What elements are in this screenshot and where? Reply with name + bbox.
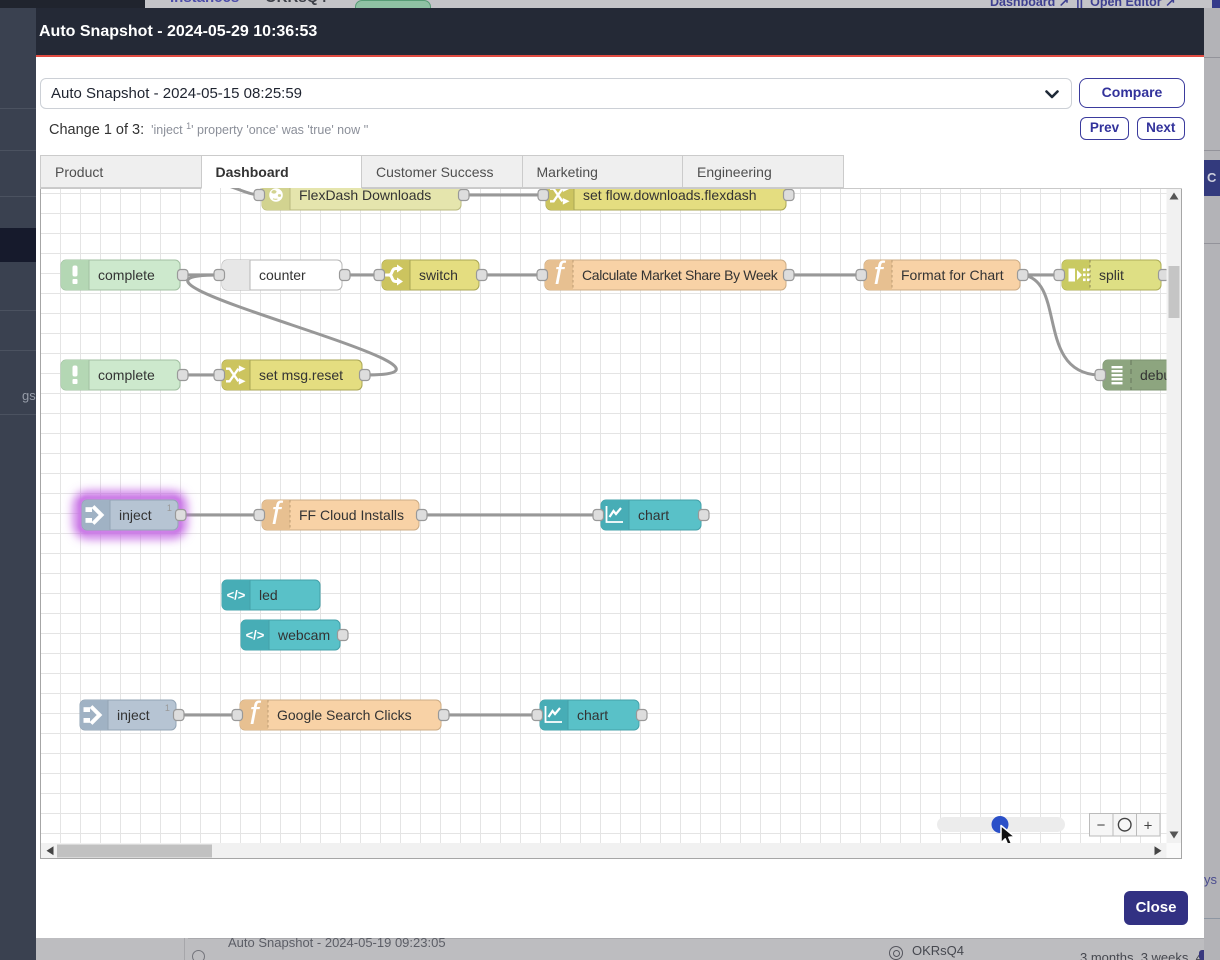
svg-text:inject: inject — [119, 507, 152, 523]
svg-text:complete: complete — [98, 367, 155, 383]
svg-text:webcam: webcam — [277, 627, 330, 643]
svg-text:split: split — [1099, 267, 1124, 283]
svg-text:</>: </> — [246, 628, 265, 643]
svg-text:FF Cloud Installs: FF Cloud Installs — [299, 507, 404, 523]
svg-text:led: led — [259, 587, 278, 603]
svg-text:chart: chart — [577, 707, 608, 723]
svg-text:Format for Chart: Format for Chart — [901, 267, 1004, 283]
svg-text:</>: </> — [227, 588, 246, 603]
svg-text:Calculate Market Share By Week: Calculate Market Share By Week — [582, 267, 779, 283]
svg-text:chart: chart — [638, 507, 669, 523]
svg-text:set flow.downloads.flexdash: set flow.downloads.flexdash — [583, 188, 757, 203]
svg-text:inject: inject — [117, 707, 150, 723]
svg-text:1: 1 — [167, 503, 172, 513]
svg-text:counter: counter — [259, 267, 306, 283]
svg-text:FlexDash Downloads: FlexDash Downloads — [299, 188, 431, 203]
svg-text:Google Search Clicks: Google Search Clicks — [277, 707, 412, 723]
svg-text:switch: switch — [419, 267, 458, 283]
svg-text:+: + — [1144, 818, 1153, 835]
svg-text:−: − — [1097, 817, 1106, 834]
svg-text:complete: complete — [98, 267, 155, 283]
svg-text:1: 1 — [165, 703, 170, 713]
svg-text:set msg.reset: set msg.reset — [259, 367, 343, 383]
